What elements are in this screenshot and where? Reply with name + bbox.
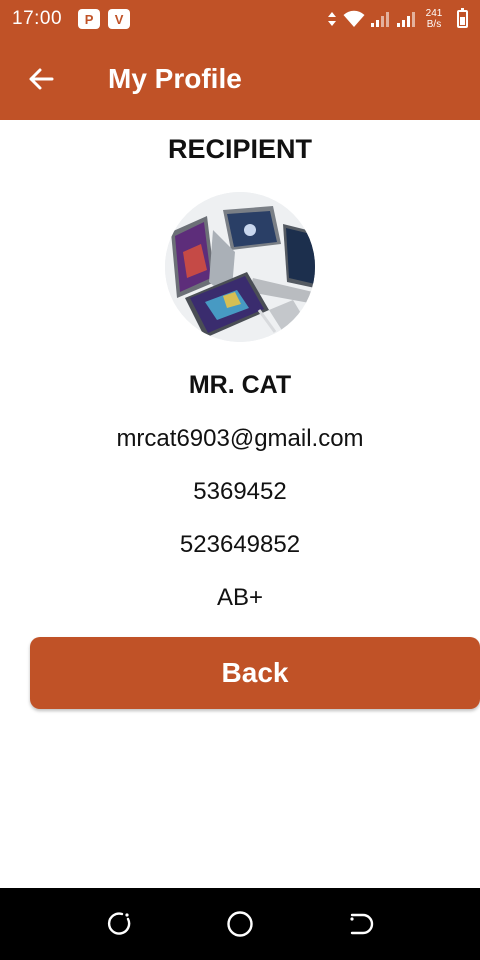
signal-2-icon	[397, 12, 415, 27]
profile-phone-secondary: 523649852	[179, 531, 301, 558]
profile-phone-primary: 5369452	[193, 478, 287, 505]
status-bar: 17:00 P V 241 B/s	[0, 0, 480, 38]
status-time: 17:00	[12, 8, 63, 29]
arrow-left-icon	[29, 68, 54, 90]
profile-email: mrcat6903@gmail.com	[116, 425, 364, 452]
avatar	[165, 192, 315, 342]
status-system-icons: 241 B/s	[327, 8, 468, 30]
back-nav-icon[interactable]	[346, 910, 374, 938]
signal-1-icon	[371, 12, 389, 27]
network-speed-value: 241	[425, 8, 443, 19]
back-button[interactable]: Back	[30, 637, 480, 709]
profile-role: RECIPIENT	[167, 134, 313, 164]
system-nav-bar	[0, 888, 480, 960]
back-arrow-button[interactable]	[0, 38, 84, 120]
laptop-collage-image	[165, 192, 315, 342]
wifi-icon	[343, 10, 365, 27]
v-app-icon: V	[108, 9, 131, 29]
network-speed-unit: B/s	[426, 19, 442, 30]
data-transfer-icon	[328, 12, 336, 26]
status-notification-icons: P V	[78, 9, 131, 29]
page-title: My Profile	[108, 63, 242, 94]
profile-blood-group: AB+	[216, 584, 264, 611]
home-icon[interactable]	[226, 910, 254, 938]
battery-icon	[457, 8, 468, 28]
p-app-icon: P	[78, 9, 101, 29]
app-bar: My Profile	[0, 38, 480, 120]
recent-apps-icon[interactable]	[106, 910, 134, 938]
network-speed: 241 B/s	[423, 8, 445, 30]
profile-name: MR. CAT	[188, 371, 292, 399]
